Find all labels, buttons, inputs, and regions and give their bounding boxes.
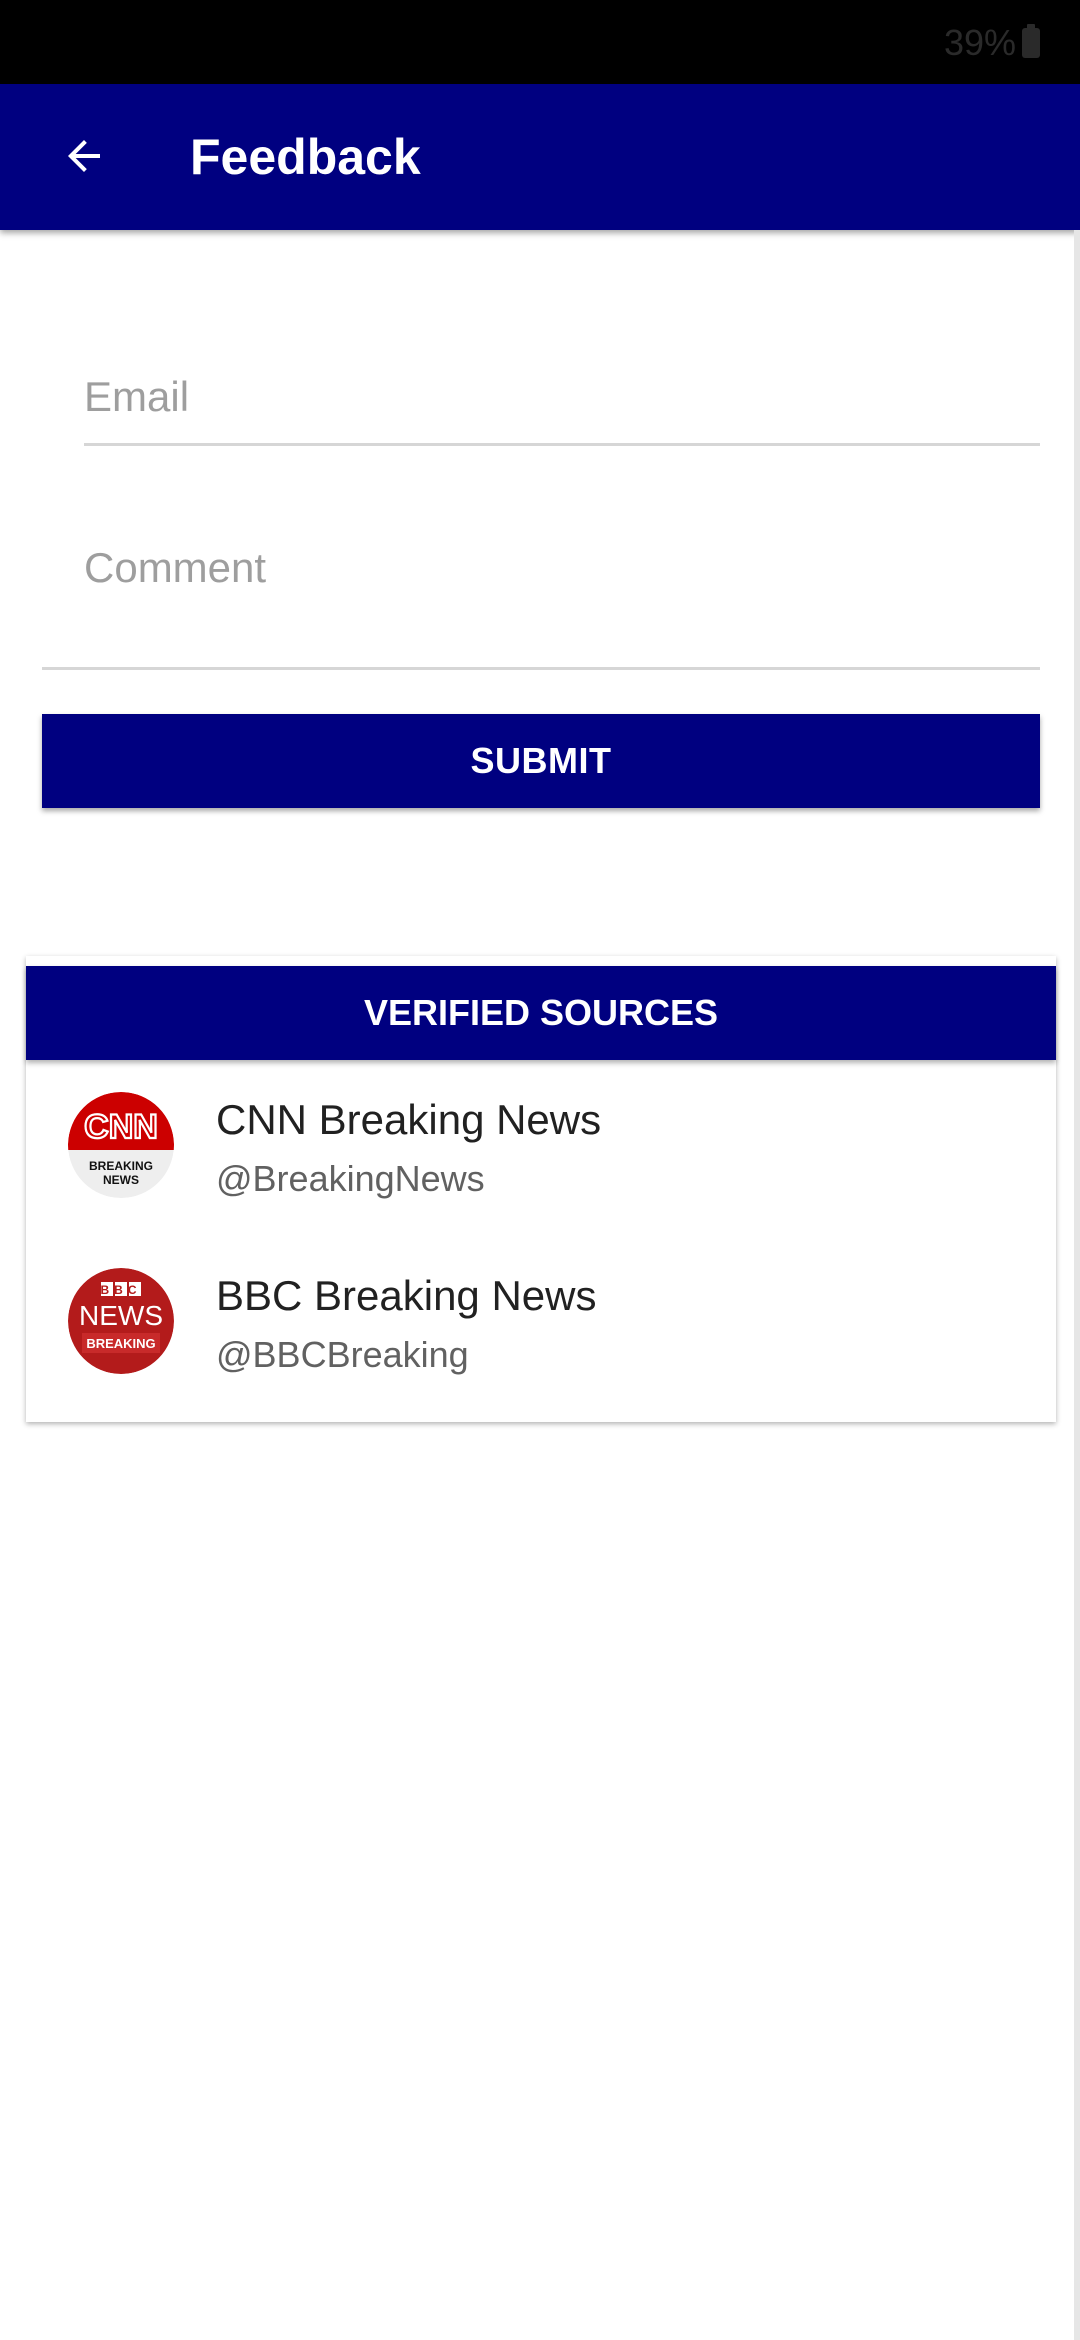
cnn-logo: CNN BREAKING NEWS bbox=[68, 1092, 174, 1198]
submit-button[interactable]: SUBMIT bbox=[42, 714, 1040, 808]
source-item-bbc[interactable]: BBC NEWS BREAKING BBC Breaking News @BBC… bbox=[26, 1242, 1056, 1418]
scrollbar-track bbox=[1074, 230, 1080, 2340]
battery-indicator: 39% bbox=[944, 22, 1040, 64]
email-field-container bbox=[84, 350, 1040, 446]
svg-text:BBC: BBC bbox=[101, 1283, 142, 1297]
comment-field-container bbox=[42, 528, 1040, 670]
app-bar: Feedback bbox=[0, 84, 1080, 230]
verified-sources-header: VERIFIED SOURCES bbox=[26, 966, 1056, 1060]
svg-text:NEWS: NEWS bbox=[79, 1300, 163, 1331]
arrow-left-icon bbox=[68, 140, 100, 172]
source-handle: @BBCBreaking bbox=[216, 1334, 469, 1375]
email-field[interactable] bbox=[84, 350, 1040, 443]
svg-text:CNN: CNN bbox=[84, 1108, 158, 1146]
source-name: CNN Breaking News bbox=[216, 1096, 602, 1143]
bbc-logo: BBC NEWS BREAKING bbox=[68, 1268, 174, 1374]
svg-text:BREAKING: BREAKING bbox=[89, 1159, 153, 1173]
status-bar: 39% bbox=[0, 0, 1080, 84]
verified-sources-card: VERIFIED SOURCES CNN BREAKING NEWS CNN B… bbox=[26, 956, 1056, 1422]
source-handle: @BreakingNews bbox=[216, 1158, 485, 1199]
source-name: BBC Breaking News bbox=[216, 1272, 597, 1319]
battery-icon bbox=[1022, 24, 1040, 58]
svg-text:NEWS: NEWS bbox=[103, 1173, 139, 1187]
battery-percentage: 39% bbox=[943, 22, 1016, 63]
page-title: Feedback bbox=[190, 129, 421, 185]
comment-field[interactable] bbox=[84, 544, 1034, 654]
svg-text:BREAKING: BREAKING bbox=[86, 1336, 155, 1351]
source-item-cnn[interactable]: CNN BREAKING NEWS CNN Breaking News @Bre… bbox=[26, 1066, 1056, 1242]
back-button[interactable] bbox=[48, 120, 120, 192]
